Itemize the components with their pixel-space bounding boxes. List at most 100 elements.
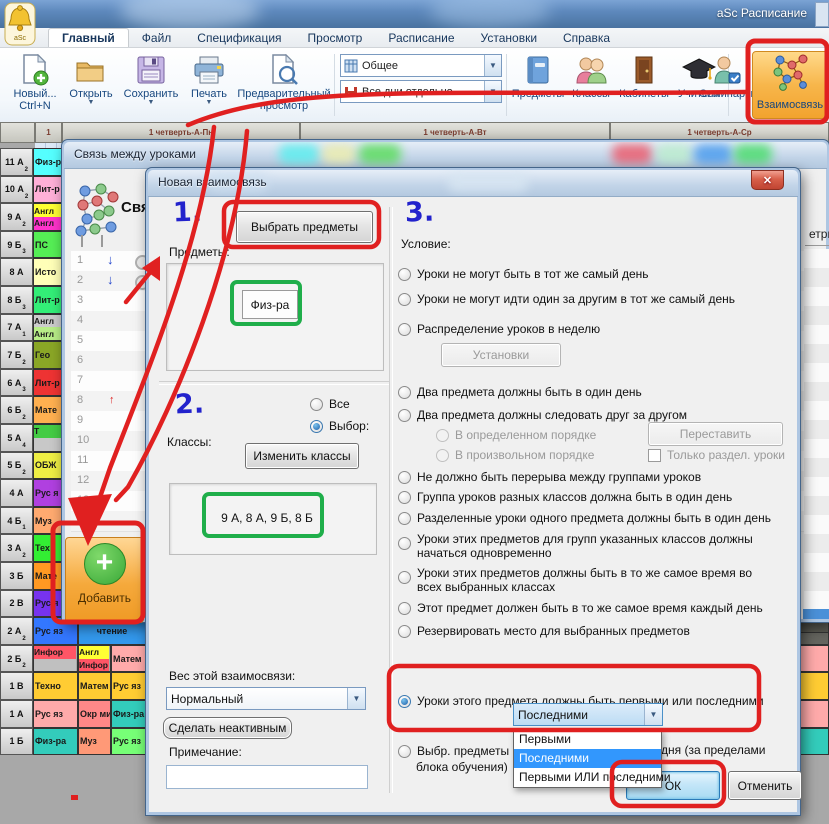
row-label[interactable]: 1 А [0,700,33,728]
days-combo-arrow[interactable]: ▼ [484,81,501,102]
row-label[interactable]: 4 А [0,479,33,507]
condition-option-1[interactable]: Уроки не могут быть в тот же самый день [398,268,649,281]
row-label[interactable]: 2 В [0,590,33,618]
lesson-cell[interactable]: Техно [33,672,78,700]
save-button[interactable]: Сохранить ▼ [120,52,182,106]
row-label[interactable]: 3 А2 [0,534,33,562]
weight-combo-arrow[interactable]: ▼ [347,688,365,709]
radio-icon[interactable] [398,491,411,504]
row-label[interactable]: 1 В [0,672,33,700]
menu-tab[interactable]: Справка [550,29,623,47]
lesson-cell[interactable]: Физ-ра [33,728,78,756]
row-label[interactable]: 5 Б2 [0,452,33,480]
only-split-checkbox[interactable]: Только раздел. уроки [648,449,785,462]
condition-option-7[interactable]: Группа уроков разных классов должна быть… [398,491,732,504]
rooms-button[interactable]: Кабинеты [616,52,672,100]
radio-icon[interactable] [398,268,411,281]
view-combo-arrow[interactable]: ▼ [484,55,501,76]
row-label[interactable]: 6 А3 [0,369,33,397]
row-label[interactable]: 5 А4 [0,424,33,452]
radio-icon[interactable] [398,571,411,584]
condition-option-9[interactable]: Уроки этих предметов для групп указанных… [398,533,765,560]
subject-chip[interactable]: Физ-ра [242,290,298,319]
add-relation-button[interactable]: + Добавить [65,537,144,623]
radio-icon-selected[interactable] [398,695,411,708]
seminars-button[interactable]: Семинары [700,52,752,100]
row-label[interactable]: 8 Б3 [0,286,33,314]
relations-button[interactable]: Взаимосвязь [752,51,828,119]
row-label[interactable]: 4 Б1 [0,507,33,535]
menu-tab[interactable]: Просмотр [295,29,376,47]
row-label[interactable]: 7 Б2 [0,341,33,369]
condition-option-4[interactable]: Два предмета должны быть в один день [398,386,642,399]
cancel-button[interactable]: Отменить [728,771,802,800]
weight-combo[interactable]: Нормальный ▼ [166,687,366,710]
classes-all-option[interactable]: Все [310,397,350,411]
lesson-cell[interactable]: АнглИнфор [78,645,111,673]
condition-option-2[interactable]: Уроки не могут идти один за другим в тот… [398,293,735,306]
classes-choice-option[interactable]: Выбор: [310,419,369,433]
print-dropdown-caret[interactable]: ▼ [206,100,213,106]
settings-button[interactable]: Установки [441,343,561,367]
radio-icon[interactable] [398,537,411,550]
row-label[interactable]: 2 Б2 [0,645,33,673]
condition-option-8[interactable]: Разделенные уроки одного предмета должны… [398,512,771,525]
dropdown-item[interactable]: Первыми [514,730,661,749]
lesson-cell[interactable]: Муз [78,728,111,756]
menu-tab[interactable]: Спецификация [184,29,294,47]
radio-icon-selected[interactable] [310,420,323,433]
row-label[interactable]: 11 А2 [0,148,33,176]
radio-icon[interactable] [398,293,411,306]
rearrange-button[interactable]: Переставить [648,422,783,446]
select-subjects-button[interactable]: Выбрать предметы [236,211,373,243]
lesson-cell[interactable]: Окр мир [78,700,111,728]
print-button[interactable]: Печать ▼ [184,52,234,106]
firstlast-combo[interactable]: Последними ▼ [513,703,663,726]
radio-icon[interactable] [398,386,411,399]
row-label[interactable]: 9 А2 [0,203,33,231]
radio-icon[interactable] [398,409,411,422]
radio-icon-disabled[interactable] [436,429,449,442]
radio-icon[interactable] [398,323,411,336]
note-input[interactable] [166,765,368,789]
row-label[interactable]: 6 Б2 [0,396,33,424]
asc-bell-icon[interactable]: aSc [4,2,36,46]
lesson-cell[interactable]: Матем [78,672,111,700]
sub-option-ordered[interactable]: В определенном порядке [436,429,596,442]
window-controls-fragment[interactable] [815,2,829,27]
open-dropdown-caret[interactable]: ▼ [88,100,95,106]
deactivate-button[interactable]: Сделать неактивным [163,717,292,739]
radio-icon[interactable] [398,602,411,615]
radio-icon-disabled[interactable] [436,449,449,462]
condition-option-6[interactable]: Не должно быть перерыва между группами у… [398,471,701,484]
condition-option-12[interactable]: Резервировать место для выбранных предме… [398,625,690,638]
save-dropdown-caret[interactable]: ▼ [148,100,155,106]
row-label[interactable]: 2 А2 [0,617,33,645]
sub-option-random[interactable]: В произвольном порядке [436,449,594,462]
subjects-button[interactable]: Предметы [510,52,566,100]
row-label[interactable]: 8 А [0,258,33,286]
row-label[interactable]: 10 А2 [0,176,33,204]
menu-tab[interactable]: Установки [468,29,550,47]
condition-option-11[interactable]: Этот предмет должен быть в то же самое в… [398,602,763,615]
checkbox-icon[interactable] [648,449,661,462]
lesson-cell[interactable]: Рус яз [111,728,146,756]
condition-option-5[interactable]: Два предмета должны следовать друг за др… [398,409,687,422]
edit-classes-button[interactable]: Изменить классы [245,443,359,469]
print-preview-button[interactable]: Предварительный просмотр [236,52,332,112]
days-combo[interactable]: Все дни отдельно ▼ [340,80,502,103]
radio-icon[interactable] [310,398,323,411]
lesson-cell[interactable]: Физ-ра [111,700,146,728]
radio-icon[interactable] [398,471,411,484]
menu-tab[interactable]: Главный [48,28,129,47]
row-label[interactable]: 3 Б [0,562,33,590]
classes-button[interactable]: Классы [568,52,614,100]
row-label[interactable]: 1 Б [0,728,33,756]
dropdown-item-highlighted[interactable]: Последними [514,749,661,768]
lesson-cell[interactable]: Инфор [33,645,78,673]
window-titlebar[interactable]: aSc Расписание [0,0,829,28]
dialog1-titlebar[interactable]: Связь между уроками [64,142,827,169]
dialog2-titlebar[interactable]: Новая взаимосвязь ✕ [148,170,798,197]
lesson-cell[interactable]: Рус яз [33,700,78,728]
menu-tab[interactable]: Расписание [375,29,467,47]
